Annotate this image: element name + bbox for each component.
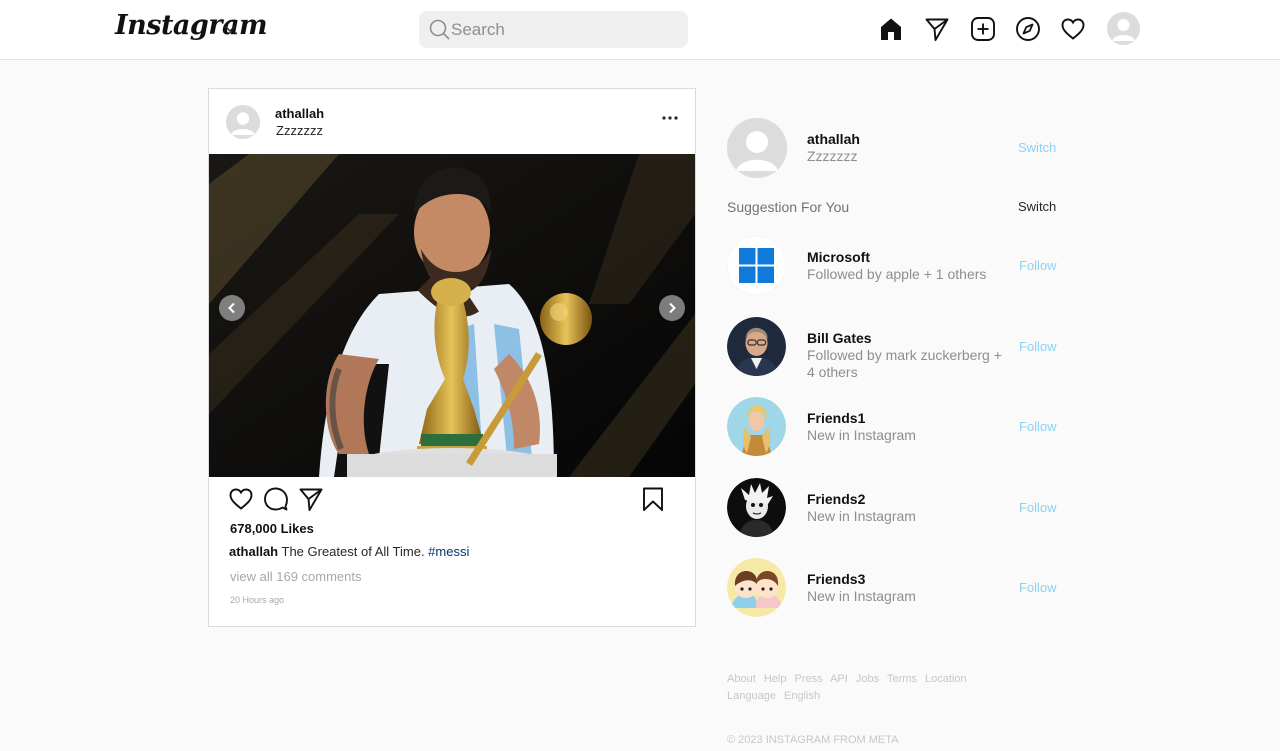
post-author-avatar[interactable] xyxy=(226,105,260,139)
post-author-username[interactable]: athallah xyxy=(275,106,324,121)
carousel-prev-button[interactable] xyxy=(219,295,245,321)
chevron-right-icon xyxy=(669,302,676,314)
suggestions-switch-link[interactable]: Switch xyxy=(1018,199,1056,214)
follow-button[interactable]: Follow xyxy=(1019,580,1057,595)
default-avatar-icon xyxy=(1107,12,1140,45)
person-portrait-icon xyxy=(727,478,786,537)
instagram-logo[interactable]: Instagram xyxy=(115,10,268,41)
suggestion-subtitle: New in Instagram xyxy=(807,508,916,524)
caption-text: The Greatest of All Time. xyxy=(278,544,429,559)
top-navigation-bar: Instagram xyxy=(0,0,1280,60)
default-avatar-icon xyxy=(727,118,787,178)
bookmark-icon[interactable] xyxy=(640,486,666,512)
follow-button[interactable]: Follow xyxy=(1019,258,1057,273)
search-icon xyxy=(429,19,450,40)
search-box[interactable] xyxy=(419,11,688,48)
switch-account-button[interactable]: Switch xyxy=(1018,140,1056,155)
suggestion-item: Microsoft Followed by apple + 1 others F… xyxy=(727,236,1067,296)
feed-post: athallah Zzzzzzz 678,000 Likes athallah … xyxy=(208,88,696,627)
share-icon[interactable] xyxy=(298,486,324,512)
footer-links: About Help Press API Jobs Terms Location… xyxy=(727,671,1027,705)
post-caption: athallah The Greatest of All Time. #mess… xyxy=(229,544,469,559)
suggestion-subtitle: Followed by mark zuckerberg + 4 others xyxy=(807,347,1002,380)
suggestion-item: Friends1 New in Instagram Follow xyxy=(727,397,1067,457)
suggestion-name[interactable]: Bill Gates xyxy=(807,330,872,346)
person-portrait-icon xyxy=(727,317,786,376)
suggestion-item: Friends2 New in Instagram Follow xyxy=(727,478,1067,538)
suggestion-item: Friends3 New in Instagram Follow xyxy=(727,558,1067,618)
bill-gates-avatar[interactable] xyxy=(727,317,786,376)
follow-button[interactable]: Follow xyxy=(1019,419,1057,434)
carousel-next-button[interactable] xyxy=(659,295,685,321)
profile-avatar[interactable] xyxy=(1107,12,1140,45)
person-portrait-icon xyxy=(727,397,786,456)
activity-heart-icon[interactable] xyxy=(1060,16,1086,42)
follow-button[interactable]: Follow xyxy=(1019,339,1057,354)
windows-logo-icon xyxy=(727,236,786,295)
default-avatar-icon xyxy=(226,105,260,139)
friends2-avatar[interactable] xyxy=(727,478,786,537)
current-user-subtitle: Zzzzzzz xyxy=(807,148,858,164)
current-user-username[interactable]: athallah xyxy=(807,131,860,147)
footer-link-about[interactable]: About xyxy=(727,673,756,685)
cartoon-couple-icon xyxy=(727,558,786,617)
direct-message-icon[interactable] xyxy=(924,16,950,42)
suggestions-heading: Suggestion For You xyxy=(727,199,850,215)
footer-link-terms[interactable]: Terms xyxy=(887,673,917,685)
new-post-icon[interactable] xyxy=(970,16,996,42)
chevron-left-icon xyxy=(228,302,235,314)
suggestion-name[interactable]: Microsoft xyxy=(807,249,870,265)
footer-link-jobs[interactable]: Jobs xyxy=(856,673,879,685)
comment-icon[interactable] xyxy=(263,486,289,512)
follow-button[interactable]: Follow xyxy=(1019,500,1057,515)
footer-link-language[interactable]: Language xyxy=(727,690,776,702)
caption-username[interactable]: athallah xyxy=(229,544,278,559)
suggestion-subtitle: New in Instagram xyxy=(807,427,916,443)
post-image[interactable] xyxy=(209,154,695,477)
like-heart-icon[interactable] xyxy=(228,486,254,512)
suggestion-subtitle: Followed by apple + 1 others xyxy=(807,266,987,282)
likes-count[interactable]: 678,000 Likes xyxy=(230,521,314,536)
chevron-down-icon[interactable] xyxy=(222,20,238,36)
home-icon[interactable] xyxy=(878,16,904,42)
suggestion-name[interactable]: Friends2 xyxy=(807,491,865,507)
copyright-text: © 2023 INSTAGRAM FROM META xyxy=(727,734,899,746)
suggestion-name[interactable]: Friends1 xyxy=(807,410,865,426)
current-user-avatar[interactable] xyxy=(727,118,787,178)
footer-link-api[interactable]: API xyxy=(830,673,848,685)
more-options-icon[interactable] xyxy=(661,113,679,123)
footer-link-press[interactable]: Press xyxy=(795,673,823,685)
footer-link-location[interactable]: Location xyxy=(925,673,967,685)
microsoft-avatar[interactable] xyxy=(727,236,786,295)
friends3-avatar[interactable] xyxy=(727,558,786,617)
view-comments-link[interactable]: view all 169 comments xyxy=(230,569,362,584)
post-photo-illustration xyxy=(209,154,695,477)
post-timestamp: 20 Hours ago xyxy=(230,595,285,605)
suggestion-subtitle: New in Instagram xyxy=(807,588,916,604)
suggestion-item: Bill Gates Followed by mark zuckerberg +… xyxy=(727,317,1067,380)
post-location[interactable]: Zzzzzzz xyxy=(276,123,323,138)
caption-hashtag[interactable]: #messi xyxy=(428,544,469,559)
suggestion-name[interactable]: Friends3 xyxy=(807,571,865,587)
footer-language-value[interactable]: English xyxy=(784,690,820,702)
explore-compass-icon[interactable] xyxy=(1015,16,1041,42)
footer-link-help[interactable]: Help xyxy=(764,673,787,685)
friends1-avatar[interactable] xyxy=(727,397,786,456)
search-input[interactable] xyxy=(451,11,681,48)
